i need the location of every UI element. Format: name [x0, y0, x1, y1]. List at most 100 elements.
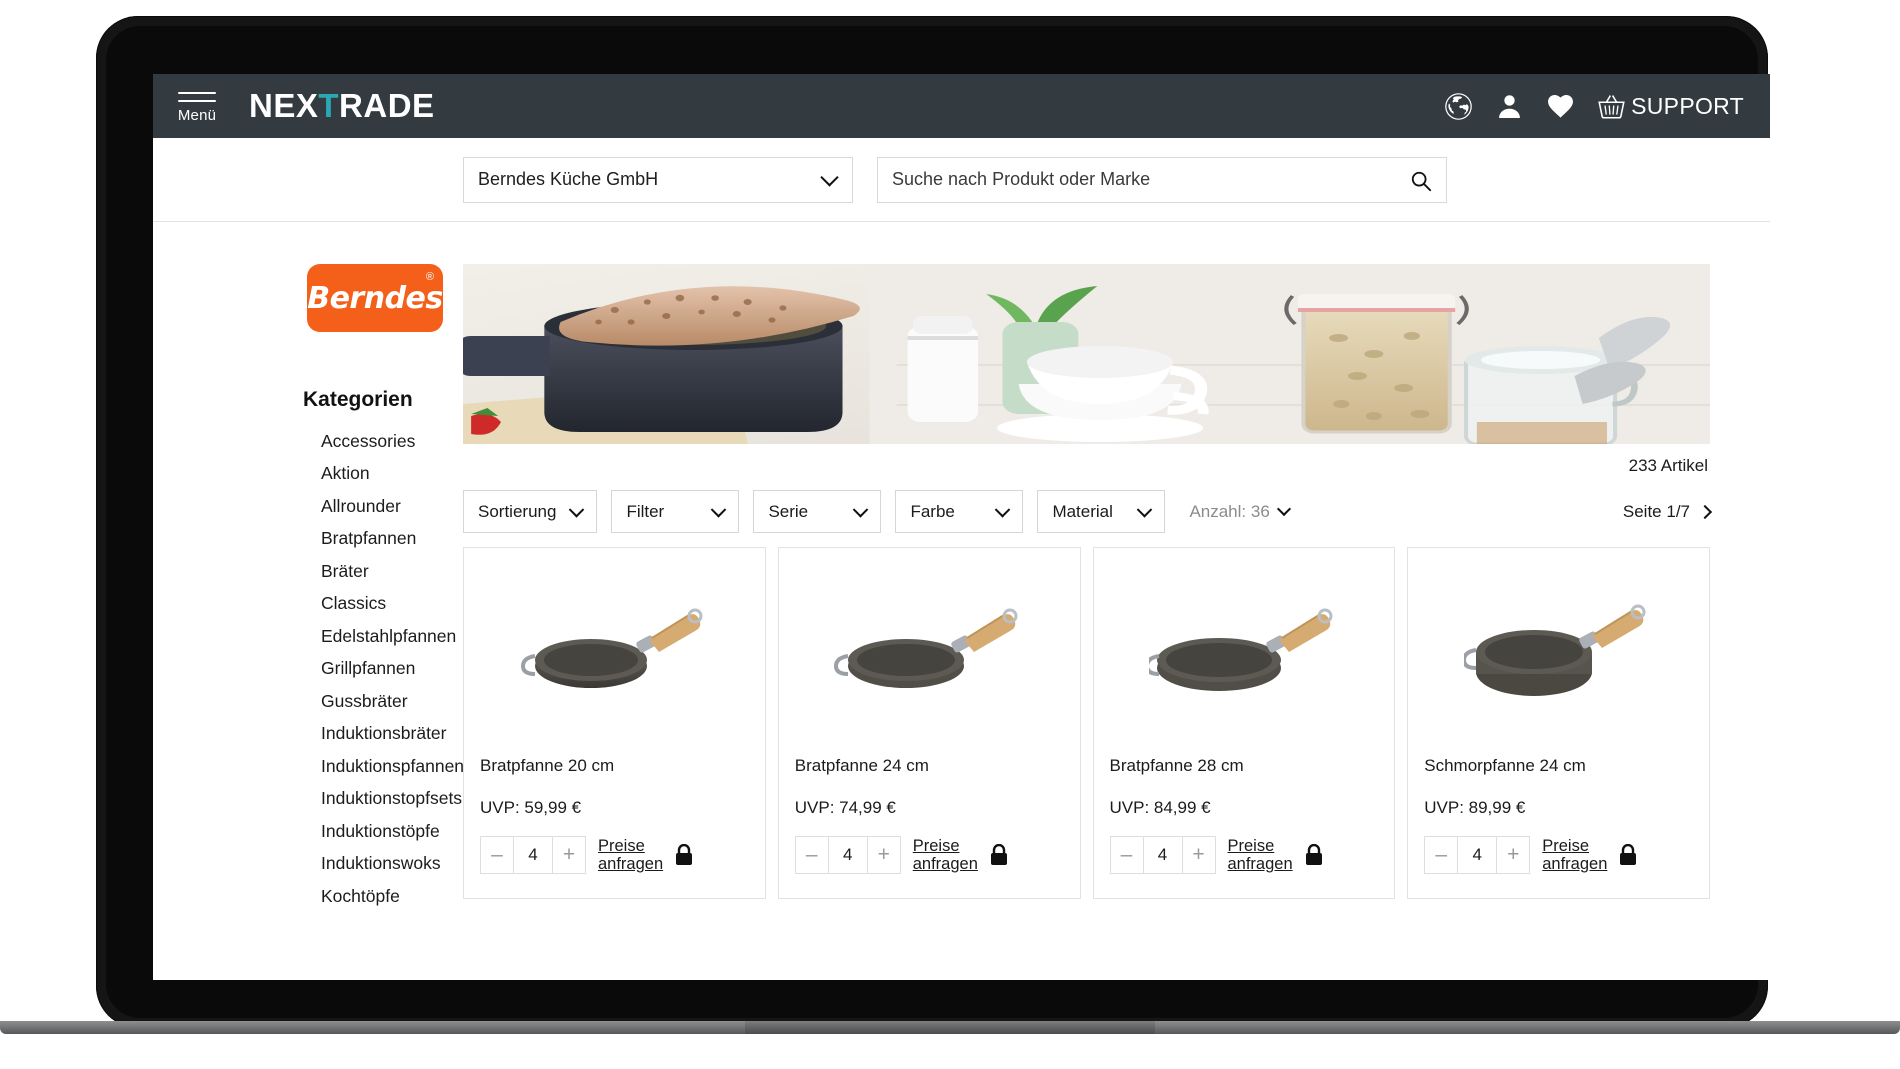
sidebar-item-induktionstoepfe[interactable]: Induktionstöpfe [321, 815, 463, 848]
request-price-line2: anfragen [1542, 855, 1608, 873]
screenshot-stage: Menü NEXTRADE SUPPORT Berndes Küche GmbH… [0, 0, 1900, 1069]
filter-farbe-button[interactable]: Farbe [895, 490, 1024, 533]
product-title: Bratpfanne 24 cm [794, 756, 929, 775]
quantity-increase-button[interactable]: + [553, 837, 585, 873]
request-price-line1: Preise [912, 836, 960, 855]
header-actions: SUPPORT [1444, 92, 1744, 121]
sidebar-item-bratpfannen[interactable]: Bratpfannen [321, 523, 463, 556]
sidebar-item-aktion[interactable]: Aktion [321, 458, 463, 491]
request-price-line2: anfragen [912, 855, 978, 873]
product-card[interactable]: Bratpfanne 28 cm UVP: 84,99 € – 4 + Prei… [1092, 547, 1396, 899]
product-actions: – 4 + Preise anfragen [1424, 836, 1693, 874]
product-image [1110, 548, 1379, 760]
pagination-control[interactable]: Seite 1/7 [1623, 502, 1713, 522]
request-price-line2: anfragen [1227, 855, 1293, 873]
categories-list: Accessories Aktion Allrounder Bratpfanne… [303, 425, 464, 913]
quantity-stepper[interactable]: – 4 + [1424, 836, 1531, 874]
filter-sortierung-button[interactable]: Sortierung [463, 490, 598, 533]
filter-sortierung-label: Sortierung [478, 501, 557, 521]
quantity-stepper[interactable]: – 4 + [1109, 836, 1216, 874]
berndes-logo[interactable]: Berndes ® [307, 264, 443, 332]
vendor-select[interactable]: Berndes Küche GmbH [463, 156, 853, 203]
sidebar-item-accessories[interactable]: Accessories [321, 425, 463, 458]
product-image [795, 548, 1064, 760]
quantity-stepper[interactable]: – 4 + [794, 836, 901, 874]
main-content: 233 Artikel Sortierung Filter Serie Farb… [463, 264, 1770, 913]
laptop-base-notch [745, 1021, 1155, 1034]
product-card[interactable]: Schmorpfanne 24 cm UVP: 89,99 € – 4 + Pr… [1407, 547, 1710, 899]
article-count: 233 Artikel [1628, 456, 1708, 475]
sidebar-item-induktionsbraeter[interactable]: Induktionsbräter [321, 718, 463, 751]
search-input[interactable] [892, 169, 1400, 190]
product-title: Bratpfanne 20 cm [480, 756, 615, 775]
sidebar-item-allrounder[interactable]: Allrounder [321, 490, 463, 523]
site-header: Menü NEXTRADE SUPPORT [153, 74, 1770, 138]
chevron-right-icon[interactable] [1697, 504, 1713, 519]
product-title: Bratpfanne 28 cm [1109, 756, 1244, 775]
quantity-value[interactable]: 4 [1457, 837, 1498, 873]
chevron-down-icon [1276, 501, 1291, 516]
product-card[interactable]: Bratpfanne 24 cm UVP: 74,99 € – 4 + Prei… [777, 547, 1081, 899]
lock-icon [1305, 844, 1322, 865]
quantity-value[interactable]: 4 [827, 837, 868, 873]
quantity-increase-button[interactable]: + [868, 837, 900, 873]
quantity-increase-button[interactable]: + [1183, 837, 1215, 873]
sidebar-item-braeter[interactable]: Bräter [321, 555, 463, 588]
quantity-value[interactable]: 4 [513, 837, 553, 873]
product-price: UVP: 84,99 € [1109, 798, 1211, 817]
quantity-stepper[interactable]: – 4 + [480, 836, 586, 874]
product-actions: – 4 + Preise anfragen [1109, 836, 1379, 874]
request-price-line1: Preise [1227, 836, 1275, 855]
sidebar-item-gussbraeter[interactable]: Gussbräter [321, 685, 463, 718]
chevron-down-icon [569, 501, 585, 518]
nextrade-logo[interactable]: NEXTRADE [249, 87, 435, 125]
quantity-decrease-button[interactable]: – [1111, 837, 1143, 873]
hamburger-icon [178, 92, 216, 102]
request-price-link[interactable]: Preise anfragen [1228, 837, 1293, 874]
quantity-increase-button[interactable]: + [1497, 837, 1529, 873]
filter-material-button[interactable]: Material [1037, 490, 1166, 533]
frying-pan-icon [834, 608, 1018, 688]
basket-icon [1598, 94, 1625, 119]
request-price-link[interactable]: Preise anfragen [598, 837, 663, 874]
quantity-value[interactable]: 4 [1142, 837, 1183, 873]
product-title: Schmorpfanne 24 cm [1424, 756, 1586, 775]
sidebar-item-induktionstopfsets[interactable]: Induktionstopfsets [321, 783, 463, 816]
frying-pan-icon [1463, 604, 1646, 696]
frying-pan-icon [1148, 608, 1333, 691]
user-icon[interactable] [1495, 92, 1524, 121]
sidebar-item-edelstahlpfannen[interactable]: Edelstahlpfannen [321, 620, 463, 653]
request-price-link[interactable]: Preise anfragen [913, 837, 978, 874]
chevron-down-icon [1137, 501, 1153, 518]
sidebar: Berndes ® Kategorien Accessories Aktion … [153, 264, 464, 913]
request-price-link[interactable]: Preise anfragen [1542, 837, 1607, 874]
request-price-line1: Preise [598, 836, 645, 855]
logo-text-pre: NEX [249, 87, 319, 124]
heart-icon[interactable] [1546, 92, 1575, 121]
sidebar-item-kochtoepfe[interactable]: Kochtöpfe [321, 880, 463, 913]
lock-icon [1620, 844, 1637, 865]
items-per-page-selector[interactable]: Anzahl: 36 [1189, 501, 1291, 522]
filter-farbe-label: Farbe [910, 501, 955, 521]
product-card[interactable]: Bratpfanne 20 cm UVP: 59,99 € – 4 + Prei… [463, 547, 766, 899]
menu-button[interactable]: Menü [169, 88, 225, 124]
chevron-down-icon [820, 167, 839, 187]
filter-filter-button[interactable]: Filter [611, 490, 740, 533]
product-image [1424, 548, 1693, 760]
search-field[interactable] [877, 156, 1447, 203]
search-icon[interactable] [1410, 170, 1432, 192]
globe-icon[interactable] [1444, 92, 1473, 121]
quantity-decrease-button[interactable]: – [1425, 837, 1457, 873]
filter-serie-button[interactable]: Serie [753, 490, 882, 533]
sidebar-item-induktionspfannen[interactable]: Induktionspfannen [321, 750, 464, 783]
sidebar-item-grillpfannen[interactable]: Grillpfannen [321, 653, 463, 686]
sidebar-item-classics[interactable]: Classics [321, 588, 463, 621]
quantity-decrease-button[interactable]: – [796, 837, 828, 873]
chevron-down-icon [995, 501, 1011, 518]
sidebar-item-induktionswoks[interactable]: Induktionswoks [321, 848, 463, 881]
chevron-down-icon [711, 501, 727, 518]
support-button[interactable]: SUPPORT [1597, 92, 1744, 121]
quantity-decrease-button[interactable]: – [481, 837, 513, 873]
lock-icon [676, 844, 693, 865]
product-image [480, 548, 749, 760]
